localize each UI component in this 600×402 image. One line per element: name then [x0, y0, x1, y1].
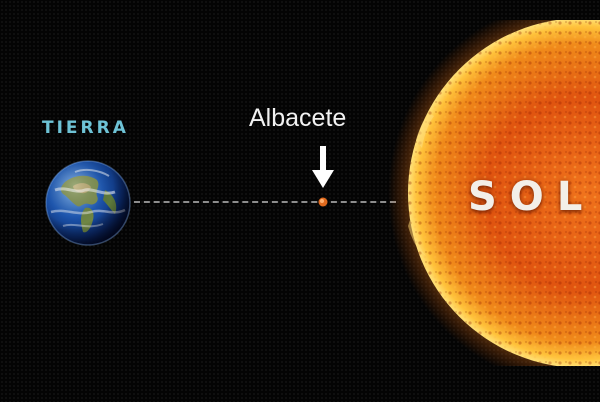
city-label: Albacete	[249, 104, 347, 132]
location-dot-icon	[318, 197, 328, 207]
earth-label: TIERRA	[42, 118, 129, 138]
dashed-distance-line	[134, 201, 396, 203]
down-arrow-icon	[312, 146, 334, 188]
space-scene: TIERRA Albacete SOL	[0, 0, 600, 402]
sun-label: SOL	[468, 174, 596, 220]
earth-globe-icon	[45, 160, 131, 246]
